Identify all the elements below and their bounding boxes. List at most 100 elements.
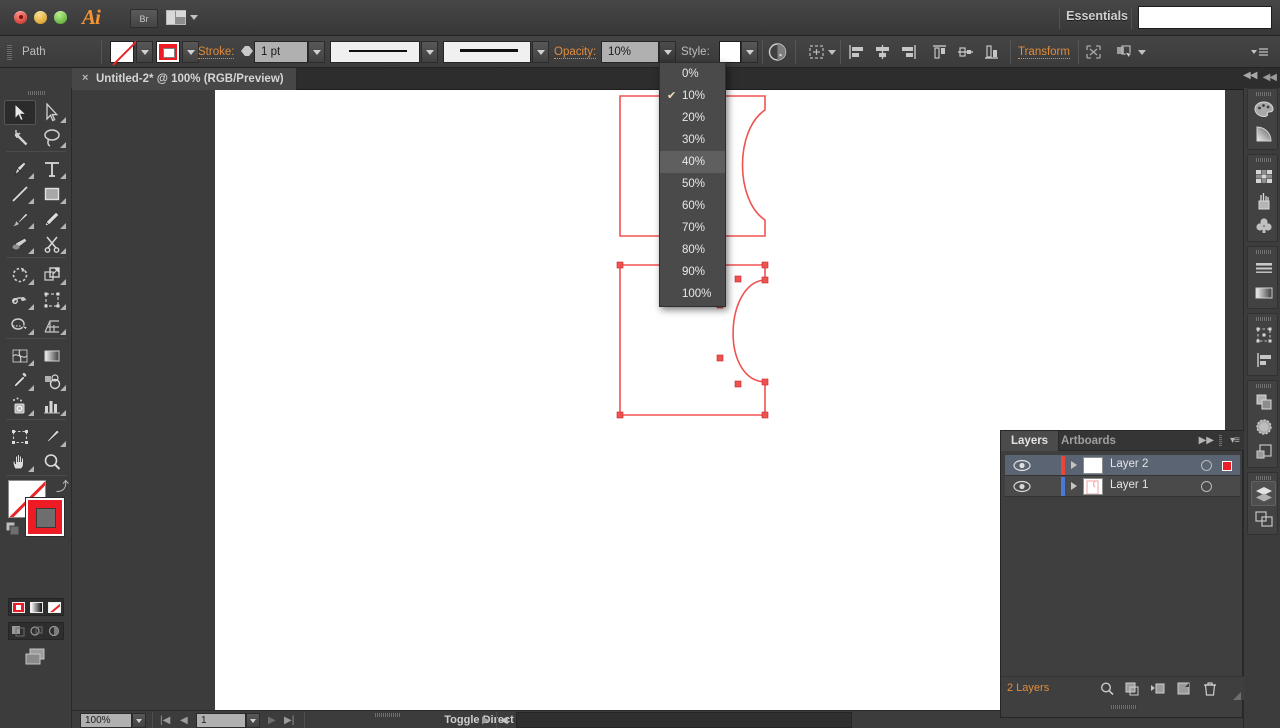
tool-paintbrush[interactable]	[4, 206, 36, 231]
stroke-profile-dropdown-button[interactable]	[421, 41, 438, 63]
graphic-style-swatch[interactable]	[719, 41, 741, 63]
close-icon[interactable]: ×	[82, 73, 91, 84]
tool-pen[interactable]	[4, 156, 36, 181]
tool-zoom[interactable]	[36, 449, 68, 474]
menu-item-opacity-40[interactable]: 40%	[660, 151, 725, 173]
align-center-horizontal-icon[interactable]	[872, 42, 893, 62]
tool-mesh[interactable]	[4, 343, 36, 368]
menu-item-opacity-20[interactable]: 20%	[660, 107, 725, 129]
dock-group-grip[interactable]	[1256, 317, 1271, 321]
locate-object-icon[interactable]	[1097, 680, 1117, 698]
stroke-dropdown-button[interactable]	[182, 41, 199, 63]
tool-line-segment[interactable]	[4, 181, 36, 206]
gradient-mode-icon[interactable]	[27, 599, 45, 615]
tool-magic-wand[interactable]	[4, 125, 36, 150]
next-artboard-button[interactable]: ▶	[268, 715, 276, 726]
select-similar-objects-icon[interactable]	[1114, 42, 1135, 62]
tool-rotate[interactable]	[4, 262, 36, 287]
visibility-toggle-icon[interactable]	[1013, 459, 1031, 472]
target-indicator[interactable]	[1201, 481, 1212, 492]
last-artboard-button[interactable]: ▶|	[284, 715, 294, 726]
dock-group-grip[interactable]	[1256, 92, 1271, 96]
stroke-profile-select[interactable]: Uniform	[330, 41, 420, 79]
document-tab[interactable]: × Untitled-2* @ 100% (RGB/Preview)	[72, 68, 297, 90]
window-controls[interactable]	[14, 11, 80, 25]
tool-slice[interactable]	[36, 424, 68, 449]
stroke-weight-stepper[interactable]	[241, 41, 253, 63]
menu-item-opacity-70[interactable]: 70%	[660, 217, 725, 239]
tab-artboards[interactable]: Artboards	[1051, 431, 1126, 451]
brushes-panel-icon[interactable]	[1251, 188, 1276, 213]
tool-shape-builder[interactable]	[4, 312, 36, 337]
draw-inside-icon[interactable]	[45, 623, 63, 639]
create-new-layer-icon[interactable]	[1174, 680, 1194, 698]
menu-item-opacity-30[interactable]: 30%	[660, 129, 725, 151]
swap-fill-stroke-icon[interactable]: ⤴	[56, 476, 69, 495]
panel-bottom-grip[interactable]	[1111, 705, 1137, 709]
delete-selection-icon[interactable]	[1200, 680, 1220, 698]
align-bottom-icon[interactable]	[981, 42, 1002, 62]
dock-group-grip[interactable]	[1256, 384, 1271, 388]
draw-behind-icon[interactable]	[27, 623, 45, 639]
gradient-panel-icon[interactable]	[1251, 280, 1276, 305]
horizontal-scroll-track[interactable]	[516, 712, 852, 728]
collapse-panels-icon[interactable]: ◀◀	[1263, 72, 1277, 83]
scroll-left-icon[interactable]: ◀	[500, 715, 508, 726]
tool-artboard[interactable]	[4, 424, 36, 449]
tool-hand[interactable]	[4, 449, 36, 474]
fill-dropdown-button[interactable]	[136, 41, 153, 63]
zoom-level-input[interactable]: 100%	[80, 713, 132, 728]
stroke-swatch[interactable]	[156, 41, 180, 63]
none-mode-icon[interactable]	[45, 599, 63, 615]
tool-blob-brush[interactable]	[4, 231, 36, 256]
menu-item-opacity-10[interactable]: ✔ 10%	[660, 85, 725, 107]
visibility-toggle-icon[interactable]	[1013, 480, 1031, 493]
zoom-dropdown-button[interactable]	[132, 713, 146, 728]
layers-panel-icon[interactable]	[1251, 481, 1276, 506]
table-row[interactable]: Layer 1	[1005, 476, 1240, 497]
menu-item-opacity-80[interactable]: 80%	[660, 239, 725, 261]
menu-item-opacity-90[interactable]: 90%	[660, 261, 725, 283]
previous-artboard-button[interactable]: ◀	[180, 715, 188, 726]
layer-name[interactable]: Layer 2	[1110, 458, 1148, 470]
opacity-label[interactable]: Opacity:	[554, 46, 597, 59]
align-panel-icon[interactable]	[1251, 347, 1276, 372]
transparency-panel-icon[interactable]	[1251, 414, 1276, 439]
close-window-button[interactable]	[14, 11, 27, 24]
tool-perspective-grid[interactable]	[36, 312, 68, 337]
create-new-sublayer-icon[interactable]	[1147, 680, 1167, 698]
align-center-vertical-icon[interactable]	[955, 42, 976, 62]
dock-group-grip[interactable]	[1256, 158, 1271, 162]
default-fill-stroke-icon[interactable]	[5, 521, 20, 536]
dock-group-grip[interactable]	[1256, 250, 1271, 254]
arrange-documents-button[interactable]	[166, 8, 198, 28]
opacity-dropdown-menu[interactable]: 0% ✔ 10% 20% 30% 40% 50% 60% 70% 80% 90% …	[659, 62, 726, 307]
artboard-dropdown-button[interactable]	[246, 713, 260, 728]
collapse-to-icons-icon[interactable]: ▶▶	[1199, 435, 1214, 446]
stroke-panel-icon[interactable]	[1251, 255, 1276, 280]
tool-rectangle[interactable]	[36, 181, 68, 206]
tools-panel-grip[interactable]	[28, 91, 45, 95]
expand-layer-icon[interactable]	[1071, 482, 1077, 490]
panel-menu-icon[interactable]: ▾≡	[1230, 435, 1240, 446]
status-menu-button[interactable]: ▶	[482, 715, 490, 726]
align-right-icon[interactable]	[898, 42, 919, 62]
artboards-panel-icon[interactable]	[1251, 506, 1276, 531]
brush-definition-dropdown-button[interactable]	[532, 41, 549, 63]
make-clipping-mask-icon[interactable]	[1122, 680, 1142, 698]
lock-toggle-cell[interactable]	[1037, 476, 1059, 496]
chevron-down-icon[interactable]	[828, 50, 836, 55]
align-top-icon[interactable]	[929, 42, 950, 62]
isolate-group-icon[interactable]	[1083, 42, 1104, 62]
tool-scissors[interactable]	[36, 231, 68, 256]
draw-normal-icon[interactable]	[9, 623, 27, 639]
tool-free-transform[interactable]	[36, 287, 68, 312]
symbols-panel-icon[interactable]	[1251, 213, 1276, 238]
bridge-button[interactable]: Br	[130, 9, 158, 28]
stepper-up-icon[interactable]	[241, 41, 253, 51]
swatches-panel-icon[interactable]	[1251, 163, 1276, 188]
menu-item-opacity-60[interactable]: 60%	[660, 195, 725, 217]
panel-grip[interactable]	[1219, 435, 1222, 447]
opacity-input[interactable]: 10%	[601, 41, 659, 63]
isolate-selected-object-icon[interactable]	[806, 42, 827, 62]
